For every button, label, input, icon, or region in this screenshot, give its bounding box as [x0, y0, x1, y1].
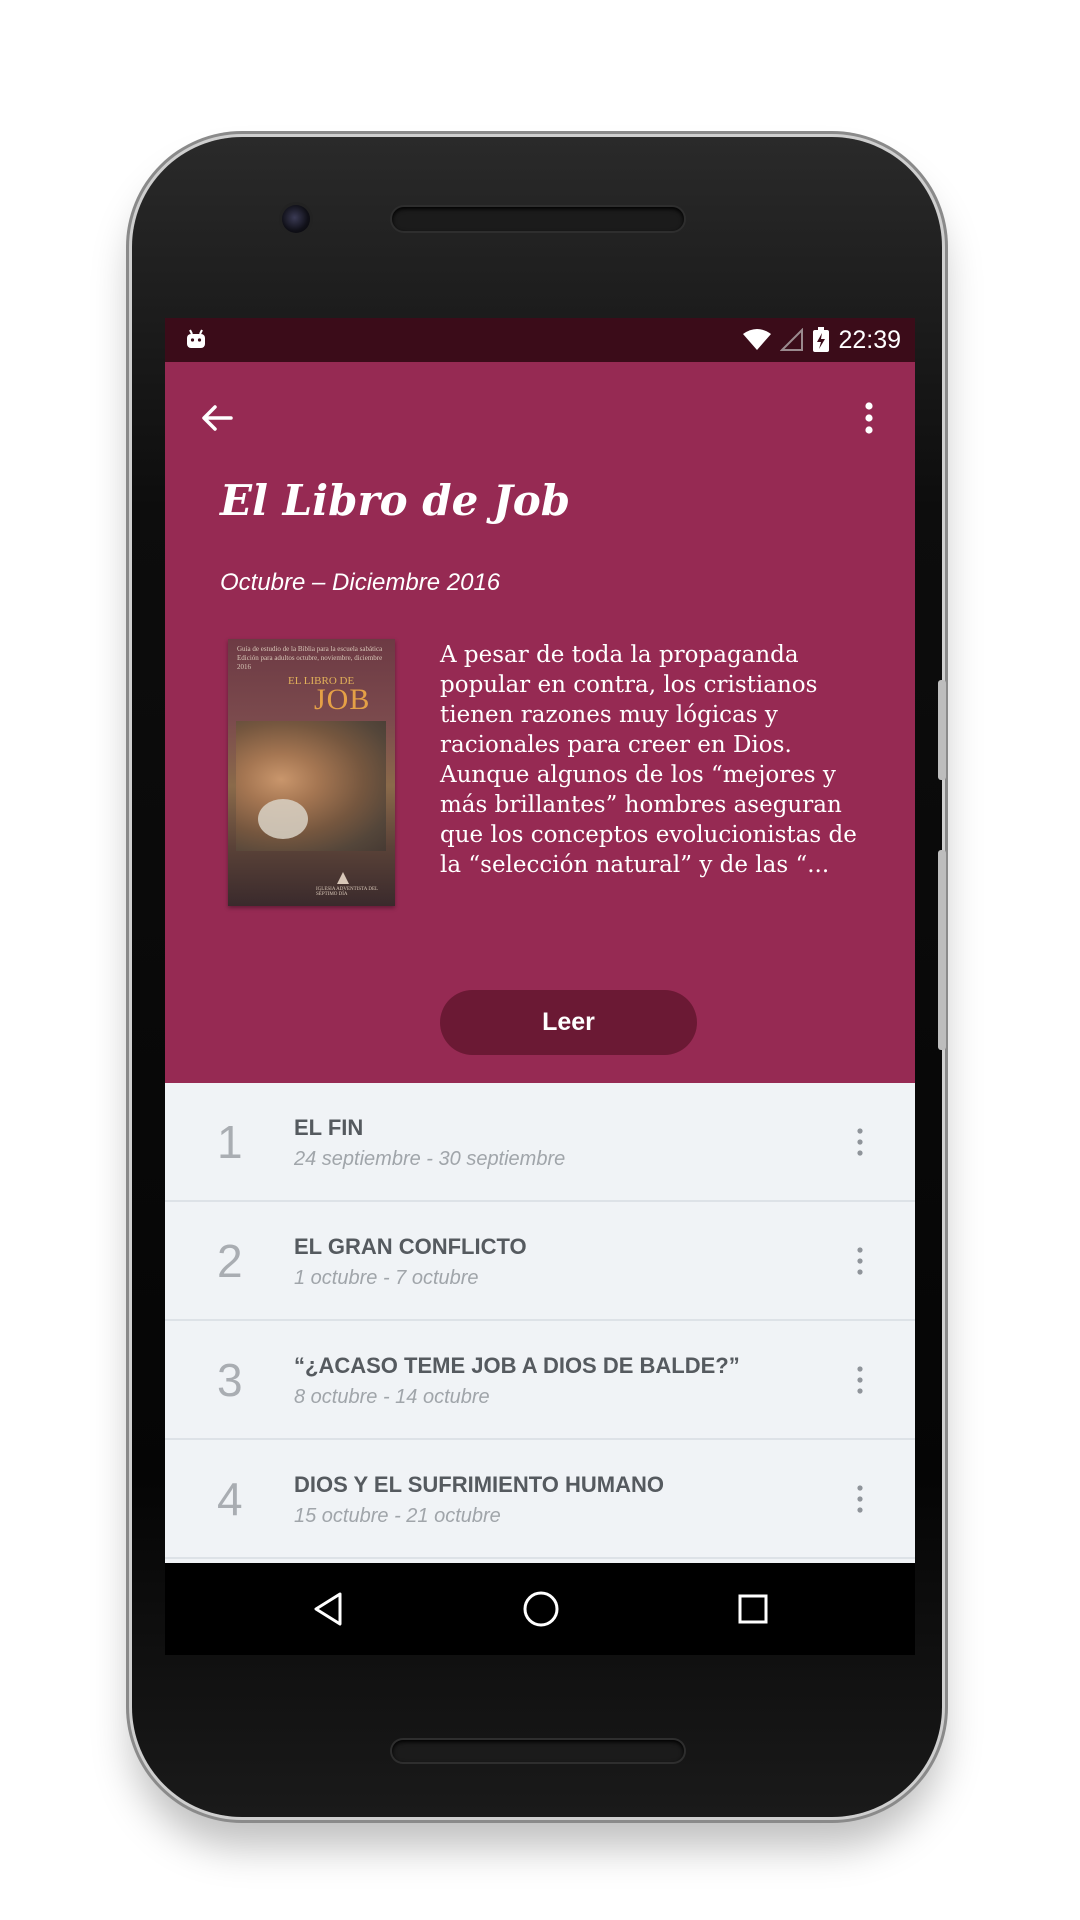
more-vertical-icon[interactable] [847, 396, 891, 440]
lesson-row[interactable]: 2 EL GRAN CONFLICTO 1 octubre - 7 octubr… [165, 1202, 915, 1321]
arrow-left-icon[interactable] [195, 396, 239, 440]
more-vertical-icon[interactable] [855, 1363, 865, 1397]
lesson-row[interactable]: 3 “¿ACASO TEME JOB A DIOS DE BALDE?” 8 o… [165, 1321, 915, 1440]
status-bar: 22:39 [165, 318, 915, 362]
quarterly-date-range: Octubre – Diciembre 2016 [220, 569, 501, 596]
lesson-title: “¿ACASO TEME JOB A DIOS DE BALDE?” [294, 1353, 740, 1378]
app-screen: 22:39 El Libro de Job Octubre – Diciembr… [165, 318, 915, 1563]
lesson-title: DIOS Y EL SUFRIMIENTO HUMANO [294, 1472, 664, 1497]
lesson-number: 3 [217, 1354, 243, 1406]
cover-publisher: IGLESIA ADVENTISTA DEL SÉPTIMO DÍA [316, 887, 378, 897]
quarterly-header: El Libro de Job Octubre – Diciembre 2016… [165, 362, 915, 1083]
phone-volume-button [938, 680, 946, 780]
lesson-title: EL GRAN CONFLICTO [294, 1234, 527, 1259]
cover-illustration [236, 721, 386, 851]
bottom-speaker [392, 1740, 684, 1762]
battery-charging-icon [813, 327, 830, 352]
lesson-number: 2 [217, 1235, 243, 1287]
quarterly-description: A pesar de toda la propaganda popular en… [440, 642, 857, 878]
quarterly-cover-image[interactable]: Guía de estudio de la Biblia para la esc… [228, 639, 395, 906]
more-vertical-icon[interactable] [855, 1244, 865, 1278]
wifi-icon [743, 329, 772, 350]
lesson-title: EL FIN [294, 1115, 364, 1140]
quarterly-title: El Libro de Job [220, 476, 571, 525]
front-camera [282, 205, 310, 233]
lesson-number: 4 [217, 1473, 243, 1525]
read-button[interactable]: Leer [440, 990, 697, 1055]
lesson-number: 1 [217, 1116, 243, 1168]
lesson-dates: 8 octubre - 14 octubre [294, 1386, 490, 1408]
nav-home-icon[interactable] [522, 1590, 560, 1628]
lesson-dates: 24 septiembre - 30 septiembre [294, 1148, 566, 1170]
cover-illustration-beard [258, 799, 308, 839]
lesson-row[interactable]: 4 DIOS Y EL SUFRIMIENTO HUMANO 15 octubr… [165, 1440, 915, 1559]
earpiece-speaker [392, 207, 684, 231]
more-vertical-icon[interactable] [855, 1482, 865, 1516]
cover-title-big: JOB [314, 683, 371, 716]
lesson-dates: 1 octubre - 7 octubre [294, 1267, 479, 1289]
cover-header-text: Guía de estudio de la Biblia para la esc… [237, 645, 383, 671]
status-icons: 22:39 [742, 318, 901, 362]
lesson-row[interactable]: 1 EL FIN 24 septiembre - 30 septiembre [165, 1083, 915, 1202]
nav-back-icon[interactable] [310, 1591, 346, 1627]
android-icon [187, 329, 205, 348]
phone-power-button [938, 850, 946, 1050]
nav-recents-icon[interactable] [737, 1593, 769, 1625]
lesson-dates: 15 octubre - 21 octubre [294, 1505, 501, 1527]
status-time: 22:39 [838, 325, 901, 354]
more-vertical-icon[interactable] [855, 1125, 865, 1159]
signal-icon [780, 328, 804, 351]
lesson-list: 1 EL FIN 24 septiembre - 30 septiembre 2… [165, 1083, 915, 1563]
publisher-logo-icon [337, 872, 349, 884]
system-nav-bar [165, 1563, 915, 1655]
